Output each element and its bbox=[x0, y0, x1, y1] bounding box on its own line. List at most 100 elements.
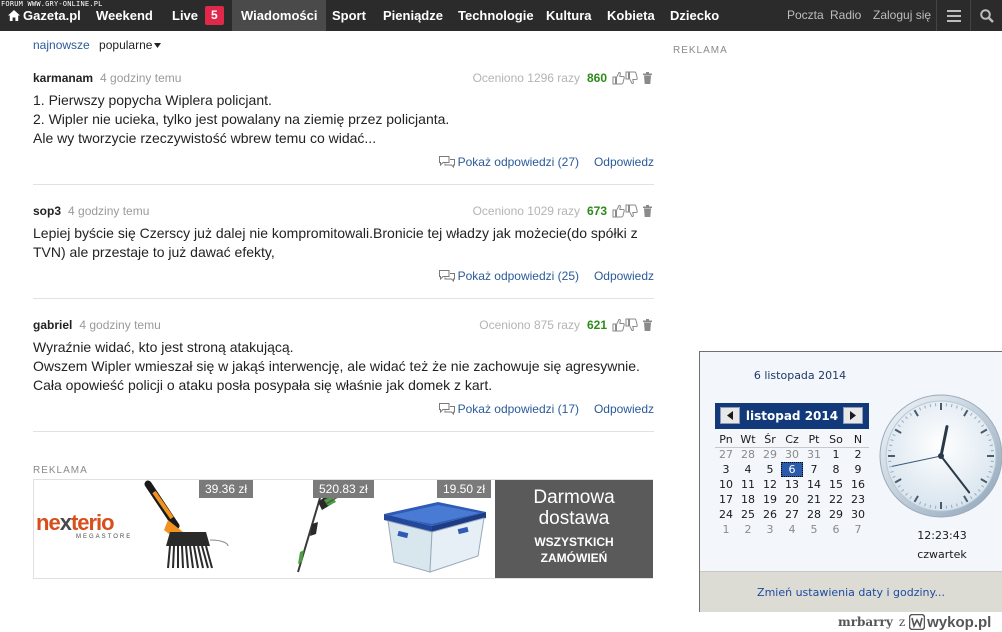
calendar-week-row: 3456789 bbox=[715, 462, 869, 477]
thumbs-up-icon[interactable] bbox=[612, 71, 625, 85]
calendar-day[interactable]: 8 bbox=[825, 462, 847, 477]
search-button[interactable] bbox=[971, 0, 1002, 31]
calendar-day[interactable]: 4 bbox=[737, 462, 759, 477]
calendar-day[interactable]: 12 bbox=[759, 477, 781, 492]
prev-month-button[interactable] bbox=[720, 407, 740, 424]
comment-line: 1. Pierwszy popycha Wiplera policjant. bbox=[33, 92, 272, 108]
calendar-day[interactable]: 30 bbox=[781, 447, 803, 462]
calendar-day[interactable]: 7 bbox=[803, 462, 825, 477]
nav-technologie[interactable]: Technologie bbox=[458, 0, 534, 31]
nav-wiadomosci[interactable]: Wiadomości bbox=[232, 0, 327, 31]
calendar-day[interactable]: 4 bbox=[781, 522, 803, 537]
nav-live[interactable]: Live 5 bbox=[172, 0, 224, 31]
calendar-week-row: 24 25 26 27 28 29 30 bbox=[715, 507, 869, 522]
util-radio[interactable]: Radio bbox=[830, 0, 861, 31]
calendar-day[interactable]: 10 bbox=[715, 477, 737, 492]
thumbs-up-icon[interactable] bbox=[612, 204, 625, 218]
clock-tick bbox=[989, 444, 993, 447]
calendar-day[interactable]: 7 bbox=[847, 522, 869, 537]
comment-rated-count: Oceniono 1029 razy bbox=[472, 204, 580, 218]
calendar-day[interactable]: 28 bbox=[737, 447, 759, 462]
nav-pieniadze[interactable]: Pieniądze bbox=[383, 0, 443, 31]
next-month-button[interactable] bbox=[843, 407, 863, 424]
calendar-week-row: 1234567 bbox=[715, 522, 869, 537]
thumbs-down-icon[interactable] bbox=[625, 318, 638, 332]
weekday-label: So bbox=[829, 433, 843, 446]
nav-sport[interactable]: Sport bbox=[332, 0, 366, 31]
calendar-day[interactable]: 15 bbox=[825, 477, 847, 492]
calendar-day[interactable]: 29 bbox=[825, 507, 847, 522]
reply-link[interactable]: Odpowiedz bbox=[594, 402, 654, 416]
nav-weekend[interactable]: Weekend bbox=[96, 0, 153, 31]
nav-dziecko[interactable]: Dziecko bbox=[670, 0, 719, 31]
calendar-day[interactable]: 14 bbox=[803, 477, 825, 492]
calendar-day[interactable]: 17 bbox=[715, 492, 737, 507]
calendar-day[interactable]: 19 bbox=[759, 492, 781, 507]
calendar-day[interactable]: 5 bbox=[759, 462, 781, 477]
show-replies-link[interactable]: Pokaż odpowiedzi (17) bbox=[438, 402, 579, 416]
free-delivery-box[interactable]: Darmowa dostawa WSZYSTKICH ZAMÓWIEŃ bbox=[495, 480, 653, 578]
calendar-day[interactable]: 3 bbox=[715, 462, 737, 477]
ad-banner[interactable]: nexterio MEGASTORE 39.36 zł 520.83 zł 19… bbox=[33, 479, 653, 579]
calendar-day[interactable]: 23 bbox=[847, 492, 869, 507]
calendar-day[interactable]: 11 bbox=[737, 477, 759, 492]
trash-icon[interactable] bbox=[641, 71, 654, 85]
nav-home-logo[interactable]: Gazeta.pl bbox=[8, 0, 81, 31]
calendar-day[interactable]: 31 bbox=[803, 447, 825, 462]
calendar-day[interactable]: 2 bbox=[737, 522, 759, 537]
calendar-day[interactable]: 28 bbox=[803, 507, 825, 522]
calendar-day[interactable]: 16 bbox=[847, 477, 869, 492]
clock-tick bbox=[950, 504, 953, 508]
home-icon bbox=[8, 10, 20, 21]
calendar-day[interactable]: 27 bbox=[781, 507, 803, 522]
reply-link[interactable]: Odpowiedz bbox=[594, 269, 654, 283]
calendar-day[interactable]: 2 bbox=[847, 447, 869, 462]
calendar-day[interactable]: 1 bbox=[715, 522, 737, 537]
calendar-day[interactable]: 18 bbox=[737, 492, 759, 507]
show-replies-link[interactable]: Pokaż odpowiedzi (25) bbox=[438, 269, 579, 283]
clock-tick bbox=[950, 404, 953, 408]
thumbs-down-icon[interactable] bbox=[625, 204, 638, 218]
calendar-day[interactable]: 21 bbox=[803, 492, 825, 507]
comment-author[interactable]: karmanam bbox=[33, 71, 93, 85]
date-time-popup: 6 listopada 2014 listopad 2014 Pn Wt Śr … bbox=[699, 351, 1002, 612]
trash-icon[interactable] bbox=[641, 318, 654, 332]
full-date-link[interactable]: 6 listopada 2014 bbox=[700, 369, 900, 382]
calendar-day[interactable]: 9 bbox=[847, 462, 869, 477]
calendar-day[interactable]: 25 bbox=[737, 507, 759, 522]
calendar-day[interactable]: 24 bbox=[715, 507, 737, 522]
reply-link[interactable]: Odpowiedz bbox=[594, 155, 654, 169]
nav-kobieta[interactable]: Kobieta bbox=[607, 0, 655, 31]
calendar-footer: Zmień ustawienia daty i godziny... bbox=[700, 571, 1002, 612]
month-label[interactable]: listopad 2014 bbox=[743, 403, 841, 429]
calendar-day[interactable]: 22 bbox=[825, 492, 847, 507]
calendar-day[interactable]: 27 bbox=[715, 447, 737, 462]
calendar-day-today[interactable]: 6 bbox=[781, 462, 803, 477]
calendar-day[interactable]: 20 bbox=[781, 492, 803, 507]
calendar-day[interactable]: 3 bbox=[759, 522, 781, 537]
nav-kultura[interactable]: Kultura bbox=[546, 0, 592, 31]
show-replies-link[interactable]: Pokaż odpowiedzi (27) bbox=[438, 155, 579, 169]
calendar-day[interactable]: 13 bbox=[781, 477, 803, 492]
sort-newest-link[interactable]: najnowsze bbox=[33, 38, 90, 52]
calendar-day[interactable]: 26 bbox=[759, 507, 781, 522]
comment-author[interactable]: gabriel bbox=[33, 318, 72, 332]
calendar-day[interactable]: 5 bbox=[803, 522, 825, 537]
thumbs-down-icon[interactable] bbox=[625, 71, 638, 85]
calendar-day[interactable]: 1 bbox=[825, 447, 847, 462]
calendar-day[interactable]: 30 bbox=[847, 507, 869, 522]
calendar-header-divider bbox=[715, 447, 869, 448]
calendar-day[interactable]: 29 bbox=[759, 447, 781, 462]
thumbs-up-icon[interactable] bbox=[612, 318, 625, 332]
calendar-day[interactable]: 6 bbox=[825, 522, 847, 537]
sort-popular-dropdown[interactable]: popularne bbox=[99, 38, 162, 52]
comment-line: Owszem Wipler wmieszał się w jakąś inter… bbox=[33, 358, 640, 374]
util-login[interactable]: Zaloguj się bbox=[873, 0, 931, 31]
menu-button[interactable] bbox=[937, 0, 971, 31]
delivery-headline: Darmowa dostawa bbox=[533, 487, 615, 529]
change-date-time-settings-link[interactable]: Zmień ustawienia daty i godziny... bbox=[700, 586, 1002, 599]
util-poczta[interactable]: Poczta bbox=[787, 0, 824, 31]
comment-author[interactable]: sop3 bbox=[33, 204, 61, 218]
trash-icon[interactable] bbox=[641, 204, 654, 218]
weekday-label: Pn bbox=[719, 433, 733, 446]
